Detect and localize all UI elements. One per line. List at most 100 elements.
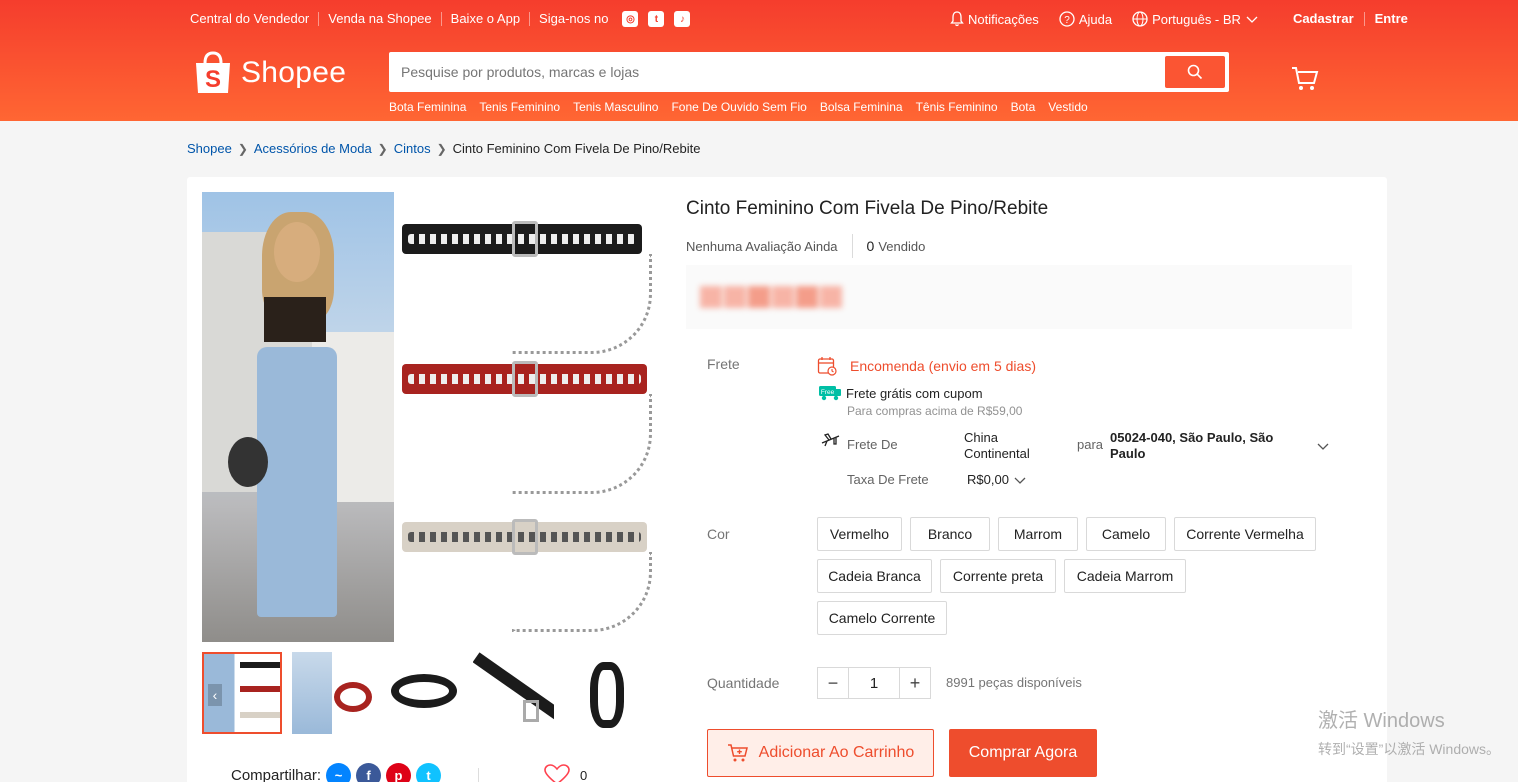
thumb-model [292,652,333,734]
suggestion-link[interactable]: Vestido [1048,100,1087,114]
breadcrumb-subcategory[interactable]: Cintos [394,141,431,156]
watermark-title: 激活 Windows [1318,710,1445,732]
breadcrumb-current: Cinto Feminino Com Fivela De Pino/Rebite [452,141,701,156]
search-button[interactable] [1165,56,1225,88]
download-app-link[interactable]: Baixe o App [442,12,531,26]
belt-buckle [512,221,538,257]
share-label: Compartilhar: [231,767,322,782]
thumb-belt [390,674,457,708]
add-to-cart-button[interactable]: Adicionar Ao Carrinho [707,729,934,777]
chevron-right-icon: ❯ [377,141,388,156]
suggestion-link[interactable]: Tenis Feminino [479,100,560,114]
thumb-belt [334,682,373,712]
chevron-right-icon: ❯ [436,141,447,156]
chevron-down-icon[interactable] [1316,441,1330,451]
globe-icon [1132,11,1148,27]
search-input[interactable] [389,52,1159,92]
suggestion-link[interactable]: Tenis Masculino [573,100,658,114]
thumbnail-image[interactable] [382,652,464,734]
breadcrumb-home[interactable]: Shopee [187,141,232,156]
cart-button[interactable] [1291,66,1319,97]
signup-link[interactable]: Cadastrar [1283,12,1365,26]
seller-center-link[interactable]: Central do Vendedor [190,12,320,26]
belt-black [402,221,642,257]
decrease-button[interactable]: − [817,667,849,699]
color-option-branco[interactable]: Branco [910,517,990,551]
bell-icon [950,11,964,27]
suggestion-link[interactable]: Bolsa Feminina [820,100,903,114]
ship-from-row: Frete De China Continental para 05024-04… [821,430,1341,464]
ship-to-label: para [1077,437,1104,452]
favorite-count: 0 [580,767,588,782]
product-title: Cinto Feminino Com Fivela De Pino/Rebite [686,198,1049,219]
facebook-icon[interactable]: f [356,763,382,782]
tiktok-icon[interactable]: ♪ [674,11,691,27]
shipping-fee-value[interactable]: R$0,00 [967,472,1009,487]
photo-jeans [257,347,337,617]
sell-on-shopee-link[interactable]: Venda na Shopee [319,12,442,26]
watermark-subtitle: 转到“设置”以激活 Windows。 [1318,741,1501,757]
navbar-right: Notificações ? Ajuda Português - BR Cada… [950,11,1418,27]
divider [851,234,853,258]
logo-wordmark: Shopee [241,56,347,89]
available-stock: 8991 peças disponíveis [946,675,1082,690]
product-main-image[interactable] [202,192,654,642]
breadcrumb-category[interactable]: Acessórios de Moda [254,141,372,156]
navbar-left: Central do Vendedor Venda na Shopee Baix… [190,11,691,27]
svg-text:S: S [205,66,221,93]
color-label: Cor [707,526,730,542]
thumbnail-image[interactable] [473,652,554,734]
color-option-vermelho[interactable]: Vermelho [817,517,902,551]
help-icon: ? [1059,11,1075,27]
thumb-belt [240,712,281,718]
color-option-corrente-preta[interactable]: Corrente preta [940,559,1056,593]
photo-top [264,297,326,342]
color-option-corrente-vermelha[interactable]: Corrente Vermelha [1174,517,1316,551]
quantity-label: Quantidade [707,675,780,691]
suggestion-link[interactable]: Bota Feminina [389,100,466,114]
ship-to-value[interactable]: 05024-040, São Paulo, São Paulo [1110,430,1300,462]
color-option-camelo-corrente[interactable]: Camelo Corrente [817,601,947,635]
notifications-label: Notificações [968,11,1039,27]
order-text: Encomenda (envio em 5 dias) [850,358,1036,374]
favorite-button[interactable]: 0 [544,764,587,782]
suggestion-link[interactable]: Bota [1011,100,1036,114]
thumb-belt [240,662,281,668]
buy-now-button[interactable]: Comprar Agora [949,729,1097,777]
login-link[interactable]: Entre [1365,12,1418,26]
belt-chain [512,394,652,494]
windows-activation-watermark: 激活 Windows 转到“设置”以激活 Windows。 [1318,704,1500,759]
divider [478,768,479,782]
increase-button[interactable]: + [899,667,931,699]
thumbnail-image[interactable] [563,652,645,734]
notifications-link[interactable]: Notificações [950,11,1039,27]
twitter-icon[interactable]: t [416,763,442,782]
thumbnail-image[interactable] [292,652,373,734]
thumb-belt [473,652,554,720]
pinterest-icon[interactable]: p [386,763,412,782]
language-label: Português - BR [1152,11,1241,27]
photo-face [274,222,320,282]
search-suggestions: Bota Feminina Tenis Feminino Tenis Mascu… [389,100,1101,114]
color-option-camelo[interactable]: Camelo [1086,517,1166,551]
chevron-down-icon[interactable] [1013,475,1027,485]
photo-bag [228,437,268,487]
thumbnail-image[interactable]: ‹ [202,652,283,734]
chevron-left-icon[interactable]: ‹ [208,684,222,706]
instagram-icon[interactable]: ◎ [622,11,639,27]
top-navbar: Central do Vendedor Venda na Shopee Baix… [0,0,1518,38]
chevron-down-icon [1246,16,1258,23]
shopee-logo[interactable]: S Shopee [193,51,346,95]
help-link[interactable]: ? Ajuda [1059,11,1112,27]
color-option-cadeia-marrom[interactable]: Cadeia Marrom [1064,559,1186,593]
site-header: Central do Vendedor Venda na Shopee Baix… [0,0,1518,121]
messenger-icon[interactable]: ~ [326,763,352,782]
twitter-icon[interactable]: t [648,11,665,27]
search-icon [1187,64,1203,80]
suggestion-link[interactable]: Fone De Ouvido Sem Fio [671,100,806,114]
color-option-cadeia-branca[interactable]: Cadeia Branca [817,559,932,593]
color-option-marrom[interactable]: Marrom [998,517,1078,551]
quantity-input[interactable] [849,667,899,699]
language-selector[interactable]: Português - BR [1132,11,1263,27]
suggestion-link[interactable]: Tênis Feminino [916,100,998,114]
